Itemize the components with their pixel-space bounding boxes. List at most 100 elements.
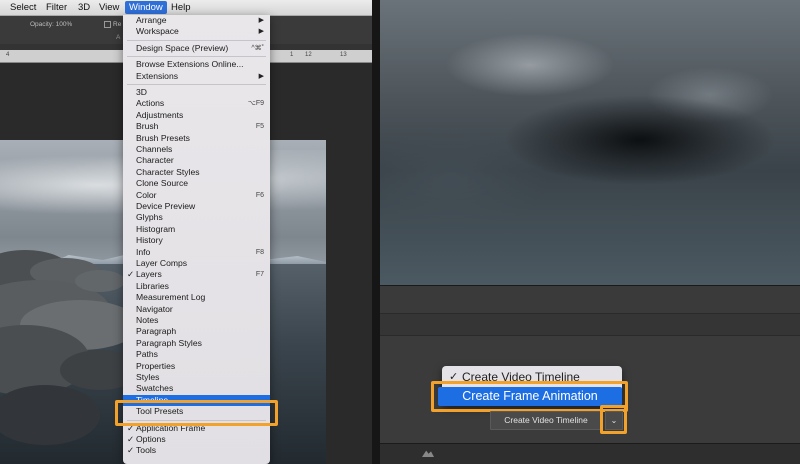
menu-item-label: Navigator: [136, 303, 173, 314]
menu-item-paragraph-styles[interactable]: Paragraph Styles: [123, 338, 270, 349]
menu-item-label: Swatches: [136, 383, 174, 394]
menu-item-brush-presets[interactable]: Brush Presets: [123, 133, 270, 144]
menu-item-shortcut: F7: [255, 271, 264, 279]
menu-window[interactable]: Window: [125, 1, 167, 14]
menu-item-character[interactable]: Character: [123, 155, 270, 166]
menu-item-shortcut: F6: [255, 191, 264, 199]
menu-item-label: Libraries: [136, 280, 169, 291]
menu-item-label: Histogram: [136, 223, 176, 234]
rock: [75, 270, 125, 292]
menu-help[interactable]: Help: [167, 1, 195, 14]
menu-item-workspace[interactable]: Workspace ▶: [123, 26, 270, 37]
menu-item-channels[interactable]: Channels: [123, 144, 270, 155]
menu-item-label: Design Space (Preview): [136, 42, 229, 53]
create-video-timeline-button[interactable]: Create Video Timeline: [490, 411, 602, 430]
menu-item-properties[interactable]: Properties: [123, 361, 270, 372]
menu-item-clone-source[interactable]: Clone Source: [123, 178, 270, 189]
menu-item-options[interactable]: ✓ Options: [123, 434, 270, 445]
menu-item-paragraph[interactable]: Paragraph: [123, 326, 270, 337]
menu-item-label: 3D: [136, 87, 147, 97]
ruler-tick: 13: [340, 52, 347, 58]
menu-item-label: Tools: [136, 445, 157, 456]
checkmark-icon: ✓: [127, 445, 135, 456]
menu-separator: [127, 84, 266, 85]
frame-animation-callout-box: [431, 381, 628, 412]
menu-item-label: Glyphs: [136, 212, 163, 223]
submenu-arrow-icon: ▶: [258, 28, 264, 36]
menu-item-label: Channels: [136, 144, 173, 154]
menu-select[interactable]: Select: [6, 1, 40, 14]
ruler-tick: 1: [290, 52, 294, 58]
menu-item-actions[interactable]: Actions ⌥F9: [123, 98, 270, 109]
menu-item-tools[interactable]: ✓ Tools: [123, 445, 270, 456]
ruler-tick: 4: [6, 52, 10, 58]
menu-item-shortcut: F5: [255, 123, 264, 131]
menu-item-label: Info: [136, 246, 151, 257]
options-caption: A: [116, 34, 121, 41]
menu-item-info[interactable]: Info F8: [123, 247, 270, 258]
menu-item-label: Brush Presets: [136, 132, 190, 143]
submenu-arrow-icon: ▶: [258, 72, 264, 80]
menu-item-label: Notes: [136, 315, 159, 325]
menu-item-glyphs[interactable]: Glyphs: [123, 212, 270, 223]
menu-item-label: Arrange: [136, 15, 167, 25]
ruler-tick: 12: [305, 52, 312, 58]
menu-filter[interactable]: Filter: [42, 1, 71, 14]
menu-item-label: Device Preview: [136, 201, 196, 211]
menu-item-color[interactable]: Color F6: [123, 190, 270, 201]
menu-item-libraries[interactable]: Libraries: [123, 281, 270, 292]
opacity-field[interactable]: Opacity: 100%: [30, 21, 72, 28]
menu-item-label: Properties: [136, 360, 176, 371]
timeline-footer: [380, 443, 800, 464]
menu-item-measurement-log[interactable]: Measurement Log: [123, 292, 270, 303]
menu-item-layer-comps[interactable]: Layer Comps: [123, 258, 270, 269]
menu-item-shortcut: F8: [255, 248, 264, 256]
menu-item-label: Styles: [136, 372, 160, 382]
menu-view[interactable]: View: [95, 1, 123, 14]
menu-item-arrange[interactable]: Arrange ▶: [123, 15, 270, 26]
menu-3d[interactable]: 3D: [74, 1, 94, 14]
menu-item-notes[interactable]: Notes: [123, 315, 270, 326]
menu-item-character-styles[interactable]: Character Styles: [123, 167, 270, 178]
menu-item-histogram[interactable]: Histogram: [123, 224, 270, 235]
right-screenshot-panel: ✓ Create Video Timeline Create Frame Ani…: [380, 0, 800, 464]
menu-separator: [127, 56, 266, 58]
menu-item-label: Measurement Log: [136, 292, 206, 303]
menu-item-label: Paragraph Styles: [136, 337, 202, 348]
menu-separator: [127, 39, 266, 41]
menu-item-history[interactable]: History: [123, 235, 270, 246]
window-menu-dropdown: Arrange ▶ Workspace ▶ Design Space (Preview)…: [123, 15, 270, 464]
timeline-callout-box: [115, 400, 278, 426]
submenu-arrow-icon: ▶: [258, 17, 264, 24]
menu-item-label: Options: [136, 434, 166, 444]
menu-item-label: Layers: [136, 269, 162, 280]
menu-item-styles[interactable]: Styles: [123, 372, 270, 383]
checkmark-icon: ✓: [127, 269, 135, 280]
menu-item-label: Extensions: [136, 70, 179, 81]
dropdown-arrow-callout-box: [600, 405, 627, 434]
menu-item-brush[interactable]: Brush F5: [123, 121, 270, 132]
menu-item-design-space-preview[interactable]: Design Space (Preview) ^⌘˚: [123, 43, 270, 54]
menu-item-shortcut: ⌥F9: [247, 100, 264, 108]
menu-item-layers[interactable]: ✓ Layers F7: [123, 269, 270, 280]
menu-item-label: Browse Extensions Online...: [136, 59, 244, 70]
menu-item-3d[interactable]: 3D: [123, 87, 270, 98]
menu-item-device-preview[interactable]: Device Preview: [123, 201, 270, 212]
menu-item-label: Color: [136, 189, 157, 200]
menu-item-adjustments[interactable]: Adjustments: [123, 110, 270, 121]
menu-item-navigator[interactable]: Navigator: [123, 304, 270, 315]
menu-item-label: Paths: [136, 349, 158, 360]
menu-item-browse-extensions-online[interactable]: Browse Extensions Online...: [123, 59, 270, 70]
menu-item-paths[interactable]: Paths: [123, 349, 270, 360]
options-checkbox[interactable]: [104, 21, 111, 28]
menu-item-label: Clone Source: [136, 178, 189, 189]
menu-item-swatches[interactable]: Swatches: [123, 383, 270, 394]
menu-item-label: Actions: [136, 98, 165, 109]
menu-item-label: Character Styles: [136, 166, 200, 177]
menu-item-label: Paragraph: [136, 326, 177, 337]
menu-bar: Select Filter 3D View Window Help: [0, 0, 372, 16]
menu-item-extensions[interactable]: Extensions ▶: [123, 71, 270, 82]
menu-item-label: Workspace: [136, 26, 179, 37]
menu-item-label: History: [136, 235, 163, 246]
left-screenshot-panel: Opacity: 100% Re A 4 1 12 13 Select Filt…: [0, 0, 372, 464]
